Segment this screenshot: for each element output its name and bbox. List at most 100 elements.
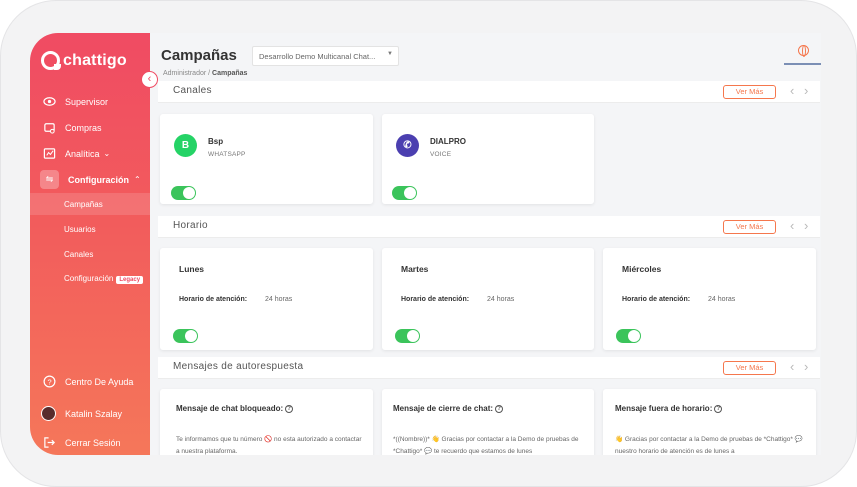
chevron-left-icon[interactable]: ‹ [790, 218, 794, 234]
chevron-up-icon: ⌃ [134, 175, 141, 184]
campaign-select-value: Desarrollo Demo Multicanal Chat... [259, 52, 376, 61]
header: Campañas Desarrollo Demo Multicanal Chat… [150, 33, 821, 79]
logo-text: chattigo [63, 51, 127, 69]
chevron-right-icon[interactable]: › [804, 218, 808, 234]
help-icon[interactable]: ? [714, 405, 723, 413]
sidebar-item-label: Compras [65, 122, 102, 133]
campaign-select[interactable]: Desarrollo Demo Multicanal Chat... ▼ [252, 46, 399, 66]
channel-name: DIALPRO [430, 137, 466, 146]
channel-card-dialpro[interactable]: ✆ DIALPRO VOICE [382, 114, 594, 204]
schedule-value: 24 horas [265, 296, 293, 303]
user-profile[interactable]: Katalin Szalay [41, 406, 122, 421]
message-title: Mensaje fuera de horario:? [615, 404, 723, 413]
sidebar-item-label: Configuración [68, 174, 129, 185]
message-title: Mensaje de cierre de chat:? [393, 404, 504, 413]
message-card-cierre[interactable]: Mensaje de cierre de chat:? *((Nombre))*… [382, 389, 594, 455]
schedule-card-martes[interactable]: Martes Horario de atención: 24 horas [382, 248, 594, 350]
day-name: Martes [401, 264, 429, 274]
collapse-sidebar-button[interactable]: ‹ [141, 71, 158, 88]
legacy-badge: Legacy [116, 276, 144, 284]
day-name: Lunes [179, 264, 205, 274]
message-text: *((Nombre))* 👋 Gracias por contactar a l… [393, 436, 579, 455]
sub-item-canales[interactable]: Canales [64, 250, 93, 259]
schedule-label: Horario de atención: [401, 296, 470, 303]
sub-item-campanas[interactable]: Campañas [64, 200, 103, 209]
help-icon: ? [43, 375, 56, 388]
sub-item-usuarios[interactable]: Usuarios [64, 225, 96, 234]
section-mensajes: Mensajes de autorespuesta Ver Más ‹ › [158, 357, 820, 379]
message-title-text: Mensaje de cierre de chat: [393, 404, 494, 413]
section-canales: Canales Ver Más ‹ › [158, 81, 820, 103]
svg-text:?: ? [47, 377, 51, 386]
schedule-toggle[interactable] [616, 329, 641, 343]
message-title: Mensaje de chat bloqueado:? [176, 404, 294, 413]
message-title-text: Mensaje de chat bloqueado: [176, 404, 284, 413]
ver-mas-button[interactable]: Ver Más [723, 361, 776, 375]
logo[interactable]: chattigo [41, 51, 127, 70]
schedule-value: 24 horas [708, 296, 736, 303]
schedule-card-lunes[interactable]: Lunes Horario de atención: 24 horas [160, 248, 373, 350]
sidebar-item-supervisor[interactable]: Supervisor [43, 95, 108, 108]
channel-name: Bsp [208, 137, 224, 146]
schedule-toggle[interactable] [173, 329, 198, 343]
sidebar-item-label: Analítica [65, 148, 100, 159]
phone-icon: ✆ [396, 134, 419, 157]
avatar [41, 406, 56, 421]
sub-item-label: Configuración [64, 274, 114, 283]
sub-item-configuracion-legacy[interactable]: Configuración Legacy [64, 274, 144, 284]
message-title-text: Mensaje fuera de horario: [615, 404, 713, 413]
day-name: Miércoles [622, 264, 662, 274]
breadcrumb: Administrador / Campañas [163, 70, 247, 77]
sidebar-item-analitica[interactable]: Analítica ⌄ [43, 147, 110, 160]
channel-toggle[interactable] [392, 186, 417, 200]
chattigo-logo-icon [41, 51, 61, 70]
breadcrumb-current: Campañas [212, 70, 248, 77]
chart-icon [43, 148, 56, 159]
channel-type: WHATSAPP [208, 151, 246, 158]
eye-icon [43, 97, 56, 106]
logout-icon [44, 437, 55, 448]
sidebar-item-configuracion[interactable]: ⇋ Configuración ⌃ [40, 170, 141, 189]
section-title: Mensajes de autorespuesta [173, 361, 304, 372]
app-screen: chattigo Supervisor Compras Analítica ⌄ … [30, 33, 821, 455]
ver-mas-button[interactable]: Ver Más [723, 85, 776, 99]
channel-type: VOICE [430, 151, 452, 158]
caret-down-icon: ▼ [387, 51, 393, 57]
logout-link[interactable]: Cerrar Sesión [43, 436, 121, 449]
message-text: Te informamos que tu número 🚫 no esta au… [176, 436, 362, 455]
channel-toggle[interactable] [171, 186, 196, 200]
schedule-label: Horario de atención: [622, 296, 691, 303]
chevron-right-icon[interactable]: › [804, 359, 808, 375]
logout-label: Cerrar Sesión [65, 437, 121, 448]
schedule-card-miercoles[interactable]: Miércoles Horario de atención: 24 horas [603, 248, 816, 350]
chevron-left-icon[interactable]: ‹ [790, 83, 794, 99]
user-name: Katalin Szalay [65, 408, 123, 419]
sidebar-item-compras[interactable]: Compras [43, 121, 102, 134]
breadcrumb-parent[interactable]: Administrador [163, 70, 206, 77]
schedule-toggle[interactable] [395, 329, 420, 343]
channel-card-bsp[interactable]: B Bsp WHATSAPP [160, 114, 373, 204]
cart-icon [44, 123, 55, 134]
help-icon[interactable]: ? [285, 405, 294, 413]
schedule-label: Horario de atención: [179, 296, 248, 303]
message-card-fuera-horario[interactable]: Mensaje fuera de horario:? 👋 Gracias por… [603, 389, 816, 455]
chevron-down-icon: ⌄ [103, 149, 111, 158]
globe-icon[interactable] [798, 45, 809, 57]
section-title: Canales [173, 85, 212, 96]
schedule-value: 24 horas [487, 296, 515, 303]
help-label: Centro De Ayuda [65, 376, 134, 387]
sliders-icon: ⇋ [40, 170, 59, 189]
section-title: Horario [173, 220, 208, 231]
help-icon[interactable]: ? [495, 405, 504, 413]
language-underline [784, 63, 821, 65]
help-center-link[interactable]: ? Centro De Ayuda [43, 375, 133, 388]
page-title: Campañas [161, 47, 237, 64]
message-text: 👋 Gracias por contactar a la Demo de pru… [615, 436, 803, 455]
message-card-bloqueado[interactable]: Mensaje de chat bloqueado:? Te informamo… [160, 389, 373, 455]
chevron-right-icon[interactable]: › [804, 83, 808, 99]
sidebar: chattigo Supervisor Compras Analítica ⌄ … [30, 33, 150, 455]
chevron-left-icon[interactable]: ‹ [790, 359, 794, 375]
ver-mas-button[interactable]: Ver Más [723, 220, 776, 234]
whatsapp-icon: B [174, 134, 197, 157]
sidebar-item-label: Supervisor [65, 96, 109, 107]
